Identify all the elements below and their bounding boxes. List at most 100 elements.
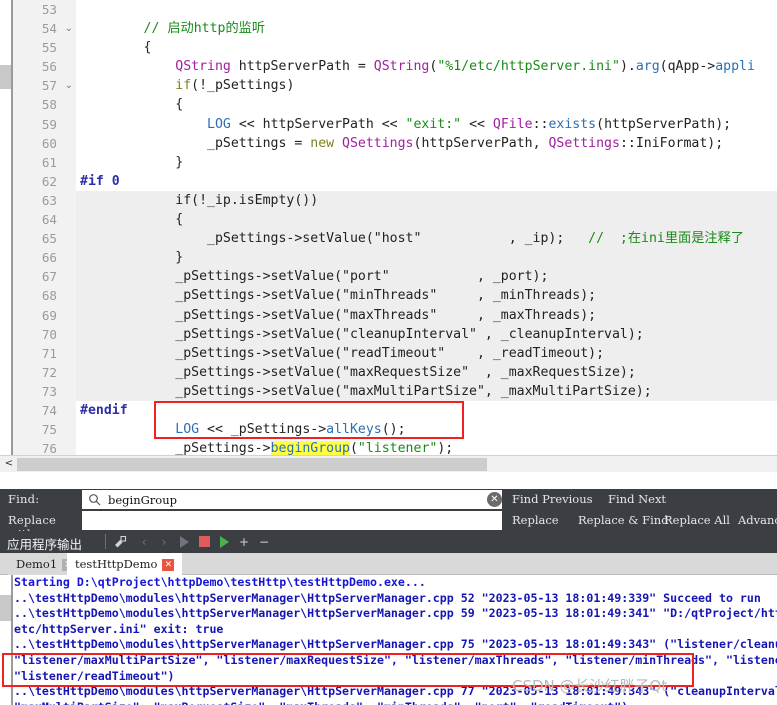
line-number-gutter[interactable]: 53 54 ⌄ 55 56 57 ⌄ 58 59 60 61 62 63 64 65 66 67 68 69 70 71… bbox=[13, 0, 76, 472]
line-number[interactable]: 53 bbox=[13, 0, 76, 19]
output-tab-label: testHttpDemo bbox=[75, 557, 158, 571]
replace-input[interactable] bbox=[82, 511, 502, 530]
zoom-out-icon[interactable]: − bbox=[256, 534, 272, 550]
output-line: "maxMultiPartSize", "maxRequestSize", "m… bbox=[14, 700, 777, 705]
find-previous-button[interactable]: Find Previous bbox=[512, 492, 593, 506]
code-line[interactable]: // 启动http的监听 bbox=[76, 19, 777, 38]
line-number[interactable]: 67 bbox=[13, 267, 76, 286]
code-token: ). bbox=[619, 59, 636, 75]
code-token: QSettings bbox=[548, 135, 620, 151]
line-number[interactable]: 57 ⌄ bbox=[13, 76, 76, 95]
editor-rail-handle[interactable] bbox=[0, 65, 11, 89]
scroll-left-arrow[interactable]: < bbox=[2, 457, 16, 471]
code-token: "%1/etc/httpServer.ini" bbox=[437, 59, 620, 75]
line-number[interactable]: 72 bbox=[13, 363, 76, 382]
code-line[interactable]: _pSettings->setValue("maxThreads" , _max… bbox=[76, 305, 777, 325]
code-token: _pSettings->setValue("cleanupInterval" ,… bbox=[80, 326, 644, 342]
code-line[interactable]: _pSettings->setValue("host" , _ip); // ;… bbox=[76, 229, 777, 249]
code-line[interactable]: if(!_ip.isEmpty()) bbox=[76, 190, 777, 211]
code-token: _pSettings->setValue("port" , _port); bbox=[80, 269, 549, 285]
line-number[interactable]: 62 bbox=[13, 172, 76, 191]
line-number[interactable]: 63 bbox=[13, 191, 76, 210]
application-output-toolbar[interactable]: 应用程序输出 ‹ › + − bbox=[0, 531, 777, 553]
line-number[interactable]: 69 bbox=[13, 306, 76, 325]
close-icon[interactable]: ✕ bbox=[162, 559, 175, 571]
line-number[interactable]: 60 bbox=[13, 134, 76, 153]
code-line[interactable]: QString httpServerPath = QString("%1/etc… bbox=[76, 57, 777, 76]
search-input[interactable] bbox=[82, 490, 502, 509]
code-line[interactable]: LOG << httpServerPath << "exit:" << QFil… bbox=[76, 115, 777, 134]
run-with-output-icon[interactable] bbox=[216, 534, 232, 550]
line-number[interactable]: 74 bbox=[13, 401, 76, 420]
clear-search-icon[interactable]: ✕ bbox=[487, 492, 502, 507]
line-number[interactable]: 68 bbox=[13, 286, 76, 305]
code-line[interactable]: { bbox=[76, 95, 777, 114]
code-line[interactable]: _pSettings->setValue("maxRequestSize" , … bbox=[76, 362, 777, 382]
line-number[interactable]: 54 ⌄ bbox=[13, 19, 76, 38]
line-number[interactable]: 70 bbox=[13, 325, 76, 344]
code-line[interactable]: _pSettings->setValue("cleanupInterval" ,… bbox=[76, 324, 777, 344]
code-token: // ;在ini里面是注释了 bbox=[588, 231, 744, 247]
code-line[interactable]: } bbox=[76, 248, 777, 268]
line-number[interactable]: 64 bbox=[13, 210, 76, 229]
output-tab-bar[interactable]: Demo1 ✕testHttpDemo ✕ bbox=[0, 553, 777, 575]
line-number[interactable]: 71 bbox=[13, 344, 76, 363]
search-icon bbox=[88, 493, 102, 507]
code-editor[interactable]: 53 54 ⌄ 55 56 57 ⌄ 58 59 60 61 62 63 64 65 66 67 68 69 70 71… bbox=[0, 0, 777, 472]
code-token: (); bbox=[381, 422, 406, 438]
chevron-down-icon[interactable]: ⌄ bbox=[65, 19, 73, 38]
line-number[interactable]: 73 bbox=[13, 382, 76, 401]
prev-item-icon[interactable]: ‹ bbox=[136, 534, 152, 550]
editor-horizontal-scrollbar[interactable]: < bbox=[0, 455, 777, 472]
code-line[interactable]: LOG << _pSettings->allKeys(); bbox=[76, 420, 777, 439]
code-line[interactable] bbox=[76, 0, 777, 19]
output-tab-label: Demo1 bbox=[16, 557, 58, 571]
zoom-in-icon[interactable]: + bbox=[236, 534, 252, 550]
output-rail-handle[interactable] bbox=[0, 595, 11, 621]
output-tab-testhttpdemo[interactable]: testHttpDemo ✕ bbox=[67, 553, 183, 575]
code-line[interactable]: { bbox=[76, 210, 777, 230]
replace-row: Replace with: Replace Replace & Find Rep… bbox=[0, 510, 777, 541]
code-token: LOG bbox=[175, 422, 200, 438]
replace-all-button[interactable]: Replace All bbox=[664, 513, 730, 527]
code-line[interactable]: _pSettings->setValue("minThreads" , _min… bbox=[76, 286, 777, 306]
line-number[interactable]: 61 bbox=[13, 153, 76, 172]
watermark: CSDN @长沙红胖子Qt bbox=[512, 677, 668, 695]
next-item-icon[interactable]: › bbox=[156, 534, 172, 550]
find-replace-bar[interactable]: Find: ✕ Find Previous Find Next Replace … bbox=[0, 489, 777, 541]
code-token: { bbox=[80, 97, 184, 113]
code-line[interactable]: _pSettings->setValue("maxMultiPartSize",… bbox=[76, 381, 777, 401]
scroll-thumb[interactable] bbox=[17, 458, 487, 471]
code-line[interactable]: _pSettings->setValue("readTimeout" , _re… bbox=[76, 343, 777, 363]
line-number[interactable]: 75 bbox=[13, 420, 76, 439]
stop-icon[interactable] bbox=[196, 534, 212, 550]
code-token: httpServerPath = bbox=[230, 59, 374, 75]
line-number[interactable]: 58 bbox=[13, 95, 76, 114]
replace-button[interactable]: Replace bbox=[512, 513, 559, 527]
run-icon[interactable] bbox=[176, 534, 192, 550]
code-text-area[interactable]: // 启动http的监听 { QString httpServerPath = … bbox=[76, 0, 777, 472]
code-line[interactable]: #if 0 bbox=[76, 172, 777, 191]
code-line[interactable]: { bbox=[76, 38, 777, 57]
clear-output-icon[interactable] bbox=[112, 534, 128, 550]
line-number[interactable]: 59 bbox=[13, 115, 76, 134]
line-number[interactable]: 65 bbox=[13, 229, 76, 248]
code-line[interactable]: if(!_pSettings) bbox=[76, 76, 777, 95]
code-token: ( bbox=[349, 441, 358, 457]
line-number[interactable]: 55 bbox=[13, 38, 76, 57]
chevron-down-icon[interactable]: ⌄ bbox=[65, 76, 73, 95]
code-line[interactable]: _pSettings->setValue("port" , _port); bbox=[76, 267, 777, 287]
toolbar-divider bbox=[105, 534, 106, 549]
line-number[interactable]: 56 bbox=[13, 57, 76, 76]
replace-and-find-button[interactable]: Replace & Find bbox=[578, 513, 669, 527]
advanced-button[interactable]: Advanced bbox=[738, 513, 777, 527]
code-token: new bbox=[310, 135, 335, 151]
line-number[interactable]: 66 bbox=[13, 248, 76, 267]
code-line[interactable]: _pSettings = new QSettings(httpServerPat… bbox=[76, 134, 777, 153]
find-next-button[interactable]: Find Next bbox=[608, 492, 666, 506]
code-token: if(!_ip.isEmpty()) bbox=[80, 192, 319, 208]
code-token: { bbox=[80, 212, 184, 228]
code-token: QString bbox=[175, 59, 231, 75]
code-line[interactable]: #endif bbox=[76, 401, 777, 420]
code-line[interactable]: } bbox=[76, 153, 777, 172]
